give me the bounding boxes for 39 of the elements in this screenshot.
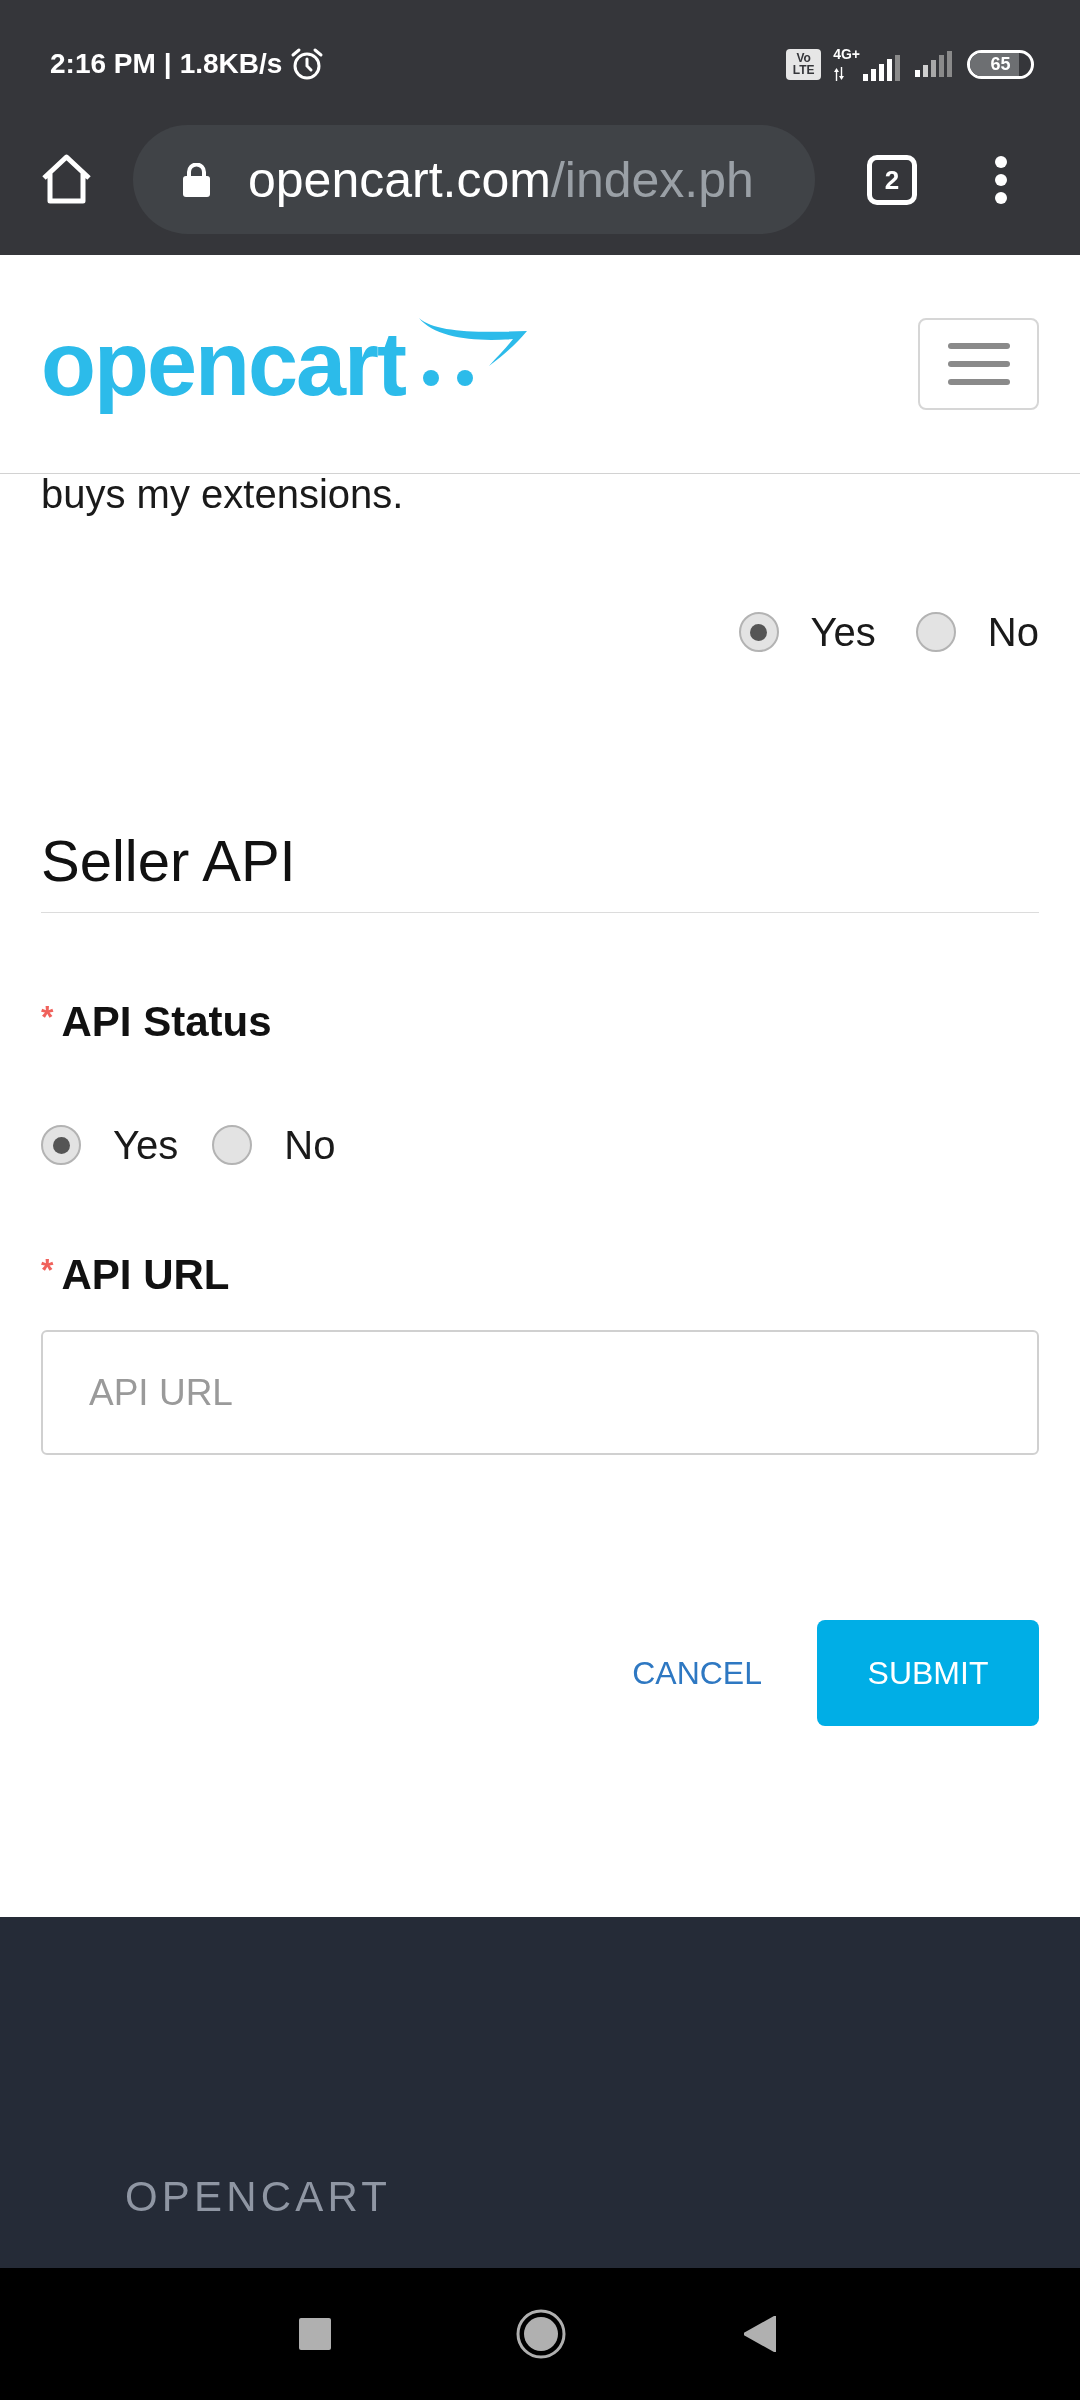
url-text: opencart.com/index.ph (248, 150, 754, 210)
footer-heading: OPENCART (125, 2173, 392, 2220)
radio-label[interactable]: Yes (810, 612, 876, 652)
signal-icon (915, 51, 955, 77)
status-time: 2:16 PM (50, 47, 156, 81)
menu-button[interactable] (918, 318, 1039, 410)
field-label: API URL (61, 1250, 230, 1300)
network-type: 4G+ (833, 47, 860, 61)
cancel-button[interactable]: CANCEL (612, 1620, 782, 1726)
back-icon[interactable] (744, 2316, 776, 2352)
home-icon[interactable] (41, 154, 92, 204)
cart-logo-icon (417, 318, 528, 388)
radio-label[interactable]: Yes (113, 1125, 179, 1165)
radio-button[interactable] (41, 1125, 81, 1165)
alarm-clock-icon (290, 47, 325, 81)
text-input[interactable]: API URL (41, 1330, 1039, 1455)
tab-count-button[interactable]: 2 (867, 155, 917, 205)
network-speed: 1.8KB/s (179, 47, 283, 81)
logo-text: opencart (41, 316, 406, 412)
field-label: API Status (61, 997, 272, 1047)
lock-icon (183, 162, 210, 197)
more-menu-icon[interactable] (994, 155, 1008, 205)
volte-badge: Vo LTE (786, 48, 822, 80)
radio-label[interactable]: No (987, 612, 1039, 652)
data-arrows-icon (833, 67, 846, 81)
radio-button[interactable] (212, 1125, 253, 1165)
menu-icon (947, 343, 1010, 385)
radio-label[interactable]: No (284, 1125, 336, 1165)
home-button-icon[interactable] (516, 2309, 566, 2359)
description-text: buys my extensions. (41, 474, 405, 514)
battery-indicator: 65 (967, 49, 1034, 79)
radio-button[interactable] (915, 612, 956, 652)
required-asterisk: * (41, 1001, 54, 1033)
status-separator: | (163, 47, 172, 81)
signal-icon (863, 55, 903, 81)
radio-button[interactable] (738, 612, 779, 652)
address-bar[interactable]: opencart.com/index.ph (133, 125, 815, 234)
required-asterisk: * (41, 1254, 54, 1286)
section-title: Seller API (41, 827, 297, 895)
